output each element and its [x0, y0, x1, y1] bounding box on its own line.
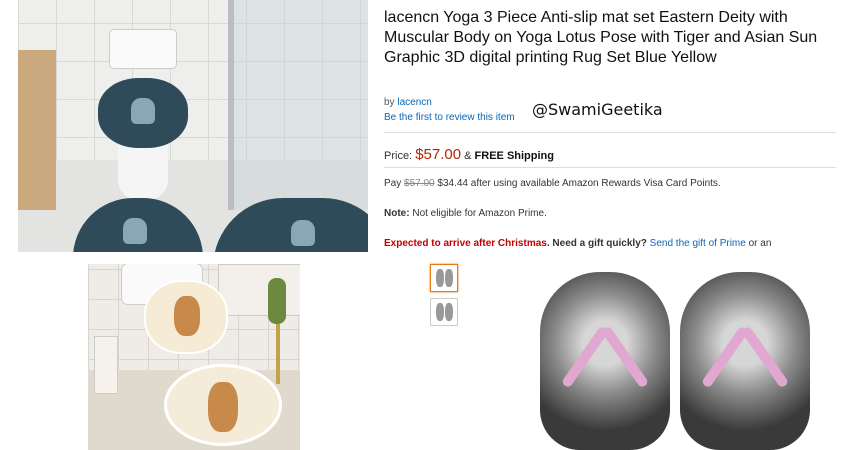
shower-glass: [228, 0, 368, 210]
toilet-lid-cover: [98, 78, 188, 148]
old-price: $57.00: [404, 178, 435, 189]
divider: [384, 132, 836, 133]
brand-link[interactable]: lacencn: [397, 97, 431, 108]
review-link[interactable]: Be the first to review this item: [384, 112, 515, 123]
gift-prime-link[interactable]: Send the gift of Prime: [650, 238, 746, 249]
arrival-warning: Expected to arrive after Christmas.: [384, 238, 550, 249]
tissue-box: [94, 336, 118, 394]
sink-cabinet: [18, 50, 56, 210]
divider: [384, 167, 836, 168]
right-sandal: [680, 272, 810, 450]
delivery-row: Expected to arrive after Christmas. Need…: [384, 238, 771, 249]
rewards-pay-row: Pay $57.00 $34.44 after using available …: [384, 178, 721, 189]
price-row: Price: $57.00 & FREE Shipping: [384, 146, 554, 163]
brand-byline: by lacencn: [384, 97, 432, 108]
toilet-lid-cover: [146, 282, 226, 352]
gift-question: Need a gift quickly?: [552, 238, 647, 249]
pay-label: Pay: [384, 178, 402, 189]
bathroom-set-photo: [88, 264, 300, 450]
shipping-label: FREE Shipping: [474, 150, 554, 162]
note-text: Not eligible for Amazon Prime.: [412, 208, 547, 219]
reward-text: after using available Amazon Rewards Vis…: [470, 178, 721, 189]
by-label: by: [384, 97, 395, 108]
product-thumbnail-2[interactable]: [430, 298, 458, 326]
plant: [268, 278, 286, 324]
reward-price: $34.44: [437, 178, 468, 189]
flip-flop-icon: [436, 269, 444, 287]
product-title: lacencn Yoga 3 Piece Anti-slip mat set E…: [384, 9, 818, 66]
shipping-prefix: &: [464, 150, 472, 162]
round-bath-mat: [164, 364, 282, 446]
flip-flop-icon: [445, 303, 453, 321]
left-sandal: [540, 272, 670, 450]
watermark-handle: @SwamiGeetika: [532, 100, 663, 119]
toilet-tank: [110, 30, 176, 68]
flip-flop-icon: [445, 269, 453, 287]
note-label: Note:: [384, 208, 410, 219]
product-thumbnail-1[interactable]: [430, 264, 458, 292]
price-label: Price:: [384, 150, 413, 162]
gift-suffix: or an: [748, 238, 772, 249]
prime-note: Note: Not eligible for Amazon Prime.: [384, 208, 547, 219]
price-value: $57.00: [415, 146, 462, 163]
flip-flop-icon: [436, 303, 444, 321]
flip-flop-product-image: [530, 272, 820, 450]
bathroom-mat-photo: [18, 0, 368, 252]
